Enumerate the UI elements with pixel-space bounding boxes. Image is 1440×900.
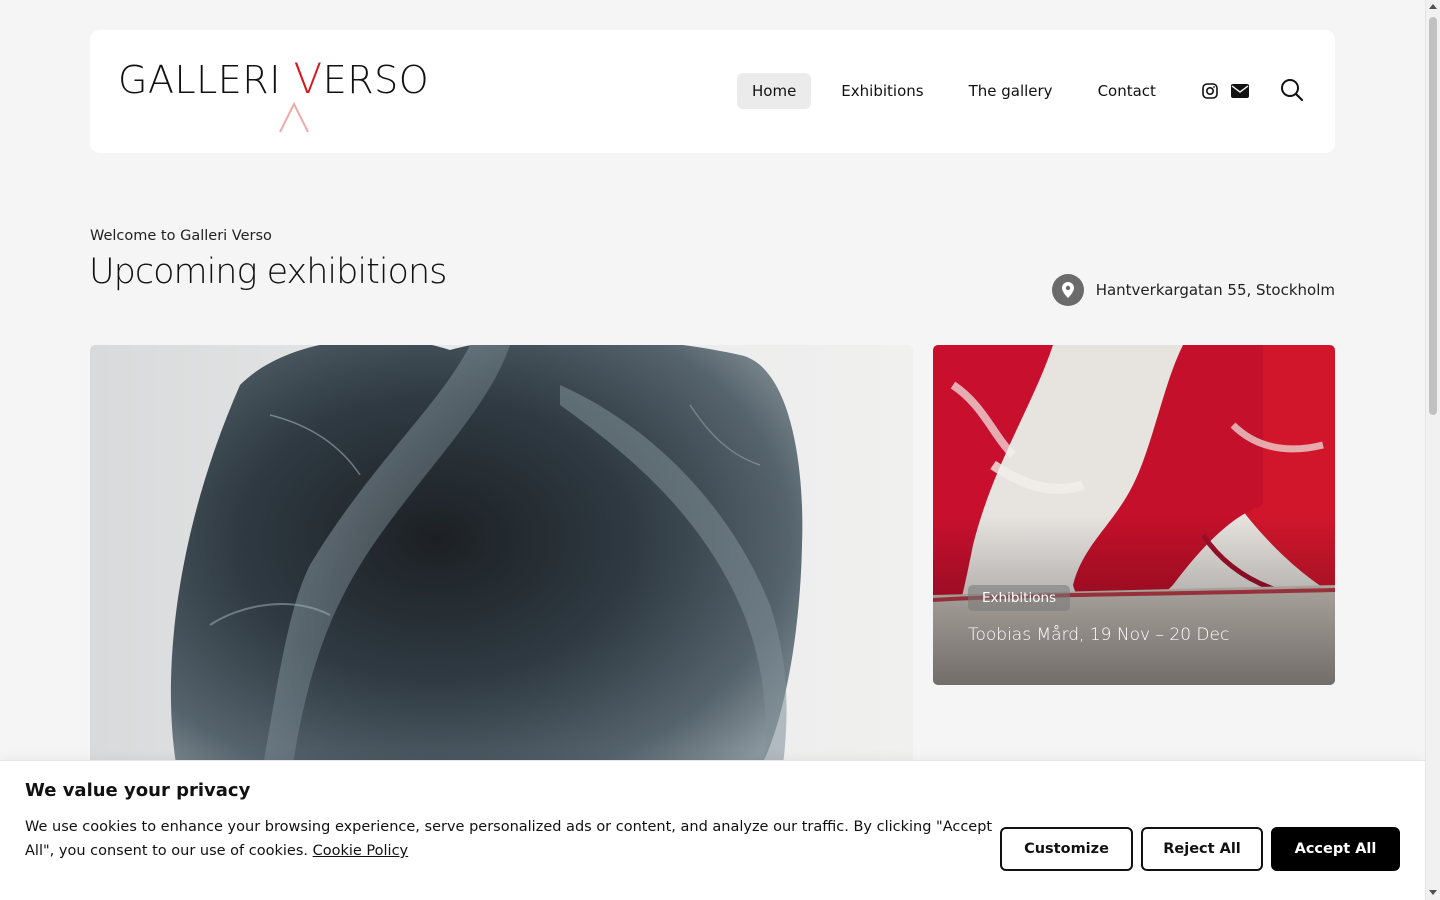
site-header: GALLERI VERSO Home Exhibitions The galle…: [90, 30, 1335, 153]
nav-item-contact[interactable]: Contact: [1083, 73, 1171, 109]
page-title: Upcoming exhibitions: [89, 252, 447, 292]
page-scrollbar[interactable]: [1425, 0, 1440, 900]
stone-sculpture-image: [90, 345, 913, 785]
accept-all-button[interactable]: Accept All: [1271, 827, 1400, 871]
envelope-icon[interactable]: [1225, 78, 1255, 104]
instagram-icon[interactable]: [1195, 78, 1225, 104]
nav-item-exhibitions[interactable]: Exhibitions: [826, 73, 938, 109]
logo-wordmark: GALLERI VERSO: [118, 54, 430, 103]
reject-all-button[interactable]: Reject All: [1141, 827, 1263, 871]
location-address: Hantverkargatan 55, Stockholm: [1095, 281, 1335, 299]
category-badge[interactable]: Exhibitions: [968, 585, 1071, 611]
nav-item-home[interactable]: Home: [737, 73, 812, 109]
exhibition-card[interactable]: Exhibitions Toobias Mård, 19 Nov – 20 De…: [933, 345, 1335, 685]
cookie-policy-link[interactable]: Cookie Policy: [313, 843, 409, 859]
map-pin-icon: [1051, 274, 1084, 306]
logo-v-reflection: [279, 102, 309, 133]
cookie-text: We use cookies to enhance your browsing …: [25, 815, 995, 863]
exhibition-title[interactable]: Toobias Mård, 19 Nov – 20 Dec: [968, 625, 1229, 645]
cookie-title: We value your privacy: [25, 780, 251, 801]
welcome-eyebrow: Welcome to Galleri Verso: [90, 228, 272, 244]
search-icon[interactable]: [1280, 78, 1306, 104]
scrollbar-thumb[interactable]: [1429, 17, 1437, 415]
location[interactable]: Hantverkargatan 55, Stockholm: [1051, 274, 1335, 306]
customize-button[interactable]: Customize: [1000, 827, 1133, 871]
cookie-body: We use cookies to enhance your browsing …: [25, 819, 993, 859]
nav-item-the-gallery[interactable]: The gallery: [954, 73, 1068, 109]
social-icons: [1195, 78, 1255, 104]
main-nav: Home Exhibitions The gallery Contact: [737, 73, 1171, 109]
featured-exhibition-card[interactable]: [90, 345, 913, 785]
scroll-down-arrow-icon[interactable]: [1429, 890, 1437, 895]
cookie-banner: We value your privacy We use cookies to …: [0, 760, 1425, 900]
site-logo[interactable]: GALLERI VERSO: [118, 50, 429, 140]
scroll-up-arrow-icon[interactable]: [1429, 4, 1437, 9]
